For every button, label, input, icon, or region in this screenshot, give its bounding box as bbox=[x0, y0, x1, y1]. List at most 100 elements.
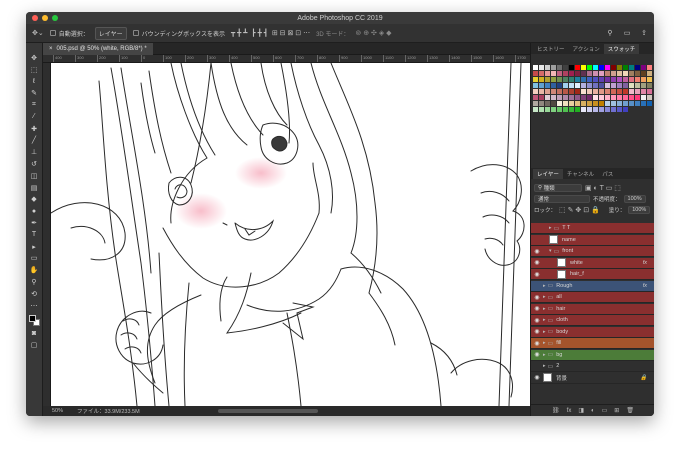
swatch[interactable] bbox=[563, 89, 568, 94]
eye-icon[interactable]: ◉ bbox=[531, 327, 543, 337]
swatch[interactable] bbox=[605, 71, 610, 76]
swatch[interactable] bbox=[593, 95, 598, 100]
layer-row[interactable]: name bbox=[531, 234, 654, 246]
file-info[interactable]: ファイル：33.9M/233.5M bbox=[77, 407, 140, 415]
swatch[interactable] bbox=[545, 95, 550, 100]
swatch[interactable] bbox=[563, 65, 568, 70]
folder-toggle-icon[interactable]: ▸ bbox=[543, 363, 546, 369]
swatch[interactable] bbox=[533, 95, 538, 100]
auto-select-checkbox[interactable] bbox=[49, 30, 56, 36]
swatch[interactable] bbox=[605, 107, 610, 112]
eye-icon[interactable]: ◉ bbox=[531, 246, 543, 256]
auto-select-dropdown[interactable]: レイヤー bbox=[94, 26, 127, 40]
swatch[interactable] bbox=[575, 77, 580, 82]
swatch[interactable] bbox=[581, 77, 586, 82]
swatch[interactable] bbox=[617, 101, 622, 106]
swatch[interactable] bbox=[617, 71, 622, 76]
folder-toggle-icon[interactable]: ▾ bbox=[549, 248, 552, 254]
swatch[interactable] bbox=[623, 65, 628, 70]
swatch[interactable] bbox=[593, 71, 598, 76]
document-tab[interactable]: × 005.psd @ 50% (white, RGB/8*) * bbox=[43, 43, 153, 55]
swatch[interactable] bbox=[581, 101, 586, 106]
swatch[interactable] bbox=[635, 77, 640, 82]
eye-icon[interactable]: ◉ bbox=[531, 292, 543, 302]
swatch[interactable] bbox=[545, 77, 550, 82]
fill-input[interactable]: 100% bbox=[628, 205, 651, 214]
swatch[interactable] bbox=[581, 71, 586, 76]
hand-icon[interactable]: ✋ bbox=[28, 264, 41, 276]
swatch[interactable] bbox=[605, 101, 610, 106]
swatch[interactable] bbox=[545, 65, 550, 70]
stamp-icon[interactable]: ⊥ bbox=[28, 146, 41, 158]
swatch[interactable] bbox=[557, 71, 562, 76]
workspace-icon[interactable]: ▭ bbox=[621, 27, 633, 39]
eraser-icon[interactable]: ◫ bbox=[28, 170, 41, 182]
swatch[interactable] bbox=[635, 83, 640, 88]
layer-row[interactable]: ◉ ▸ ▭ hair bbox=[531, 303, 654, 315]
move-tool-icon[interactable]: ✥⌄ bbox=[32, 29, 44, 37]
swatch[interactable] bbox=[563, 71, 568, 76]
swatch[interactable] bbox=[641, 71, 646, 76]
eye-icon[interactable]: ◉ bbox=[531, 315, 543, 325]
swatch[interactable] bbox=[551, 65, 556, 70]
swatch[interactable] bbox=[587, 107, 592, 112]
3d-mode-icons[interactable]: ⊚ ⊕ ✣ ◈ ◆ bbox=[355, 29, 391, 37]
swatch[interactable] bbox=[539, 71, 544, 76]
swatch[interactable] bbox=[623, 77, 628, 82]
swatch[interactable] bbox=[623, 101, 628, 106]
layer-row[interactable]: ▸ ▭ Rough fx bbox=[531, 280, 654, 292]
eye-icon[interactable] bbox=[531, 281, 543, 291]
layer-row[interactable]: ◉ ▸ ▭ all bbox=[531, 292, 654, 303]
marquee-icon[interactable]: ⬚ bbox=[28, 64, 41, 76]
swatch[interactable] bbox=[605, 89, 610, 94]
swatch[interactable] bbox=[551, 89, 556, 94]
layer-row[interactable]: ◉ ▸ ▭ body bbox=[531, 326, 654, 338]
swatch[interactable] bbox=[647, 71, 652, 76]
layer-row[interactable]: ◉ ▸ ▭ fill bbox=[531, 338, 654, 349]
swatch[interactable] bbox=[533, 89, 538, 94]
document-canvas[interactable] bbox=[51, 63, 530, 406]
zoom-level[interactable]: 50% bbox=[52, 408, 63, 414]
swatch[interactable] bbox=[587, 95, 592, 100]
brush-icon[interactable]: ╱ bbox=[28, 135, 41, 147]
swatch[interactable] bbox=[617, 89, 622, 94]
swatch[interactable] bbox=[611, 83, 616, 88]
search-icon[interactable]: ⚲ bbox=[604, 27, 616, 39]
swatch[interactable] bbox=[593, 83, 598, 88]
swatch[interactable] bbox=[563, 83, 568, 88]
swatch[interactable] bbox=[539, 77, 544, 82]
folder-toggle-icon[interactable]: ▸ bbox=[543, 294, 546, 300]
swatch[interactable] bbox=[581, 83, 586, 88]
crop-icon[interactable]: ⌗ bbox=[28, 99, 41, 111]
screen-mode-icon[interactable]: ▢ bbox=[28, 339, 41, 351]
swatch[interactable] bbox=[575, 101, 580, 106]
swatch[interactable] bbox=[569, 89, 574, 94]
swatch[interactable] bbox=[533, 107, 538, 112]
zoom-icon[interactable]: ⚲ bbox=[28, 276, 41, 288]
eye-icon[interactable] bbox=[531, 361, 543, 371]
fx-icon[interactable]: fx bbox=[567, 408, 572, 414]
swatch[interactable] bbox=[569, 71, 574, 76]
shape-icon[interactable]: ▭ bbox=[28, 253, 41, 265]
layer-filter-dropdown[interactable]: ⚲ 種類 bbox=[534, 183, 582, 192]
type-icon[interactable]: T bbox=[28, 229, 41, 241]
swatch[interactable] bbox=[617, 83, 622, 88]
mask-icon[interactable]: ◨ bbox=[578, 407, 584, 414]
swatch[interactable] bbox=[629, 101, 634, 106]
swatch[interactable] bbox=[629, 95, 634, 100]
eye-icon[interactable]: ◉ bbox=[531, 373, 543, 383]
swatch[interactable] bbox=[587, 71, 592, 76]
eye-icon[interactable]: ◉ bbox=[531, 304, 543, 314]
align-icons[interactable]: ┳ ╋ ┻ ┣ ╋ ┫ ⊞ ⊟ ⊠ ⊡ ⋯ bbox=[231, 29, 310, 37]
swatch[interactable] bbox=[551, 83, 556, 88]
swatch[interactable] bbox=[593, 65, 598, 70]
swatch[interactable] bbox=[611, 95, 616, 100]
swatch[interactable] bbox=[611, 77, 616, 82]
swatch[interactable] bbox=[629, 65, 634, 70]
folder-toggle-icon[interactable]: ▸ bbox=[543, 283, 546, 289]
swatch[interactable] bbox=[551, 95, 556, 100]
swatch[interactable] bbox=[545, 89, 550, 94]
swatch[interactable] bbox=[611, 101, 616, 106]
swatch[interactable] bbox=[557, 89, 562, 94]
swatch[interactable] bbox=[587, 77, 592, 82]
